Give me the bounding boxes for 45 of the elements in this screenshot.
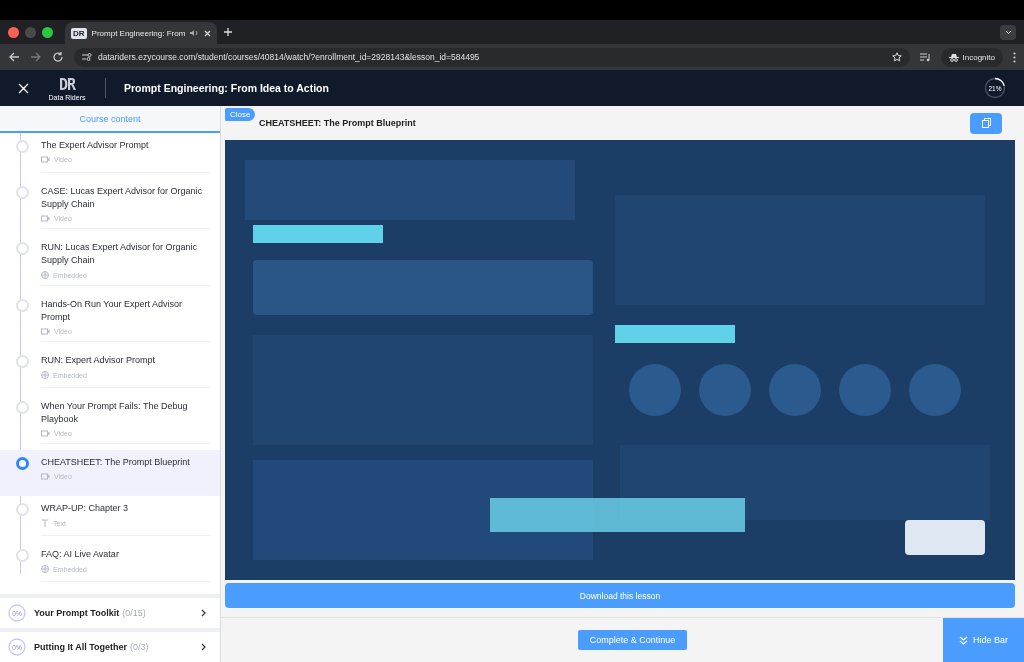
globe-icon: [41, 565, 49, 573]
lesson-status-dot: [16, 401, 29, 414]
sidebar-heading: Course content: [0, 106, 220, 133]
video-icon: [41, 156, 50, 163]
lesson-status-dot: [16, 457, 29, 470]
lesson-status-dot: [16, 140, 29, 153]
forward-icon[interactable]: [30, 51, 42, 63]
site-settings-icon[interactable]: [82, 52, 92, 62]
video-icon: [41, 430, 50, 437]
tab-search-button[interactable]: [1000, 25, 1016, 40]
reload-icon[interactable]: [52, 51, 64, 63]
close-icon[interactable]: [204, 29, 212, 37]
new-tab-icon[interactable]: [223, 27, 234, 37]
lesson-status-dot: [16, 299, 29, 312]
back-icon[interactable]: [8, 51, 20, 63]
maximize-window-button[interactable]: [42, 26, 53, 38]
text-icon: [41, 519, 49, 527]
video-icon: [41, 215, 50, 222]
globe-icon: [41, 371, 49, 379]
menu-icon[interactable]: [1013, 51, 1016, 63]
star-icon[interactable]: [891, 52, 902, 62]
lesson-status-dot: [16, 186, 29, 199]
lesson-title: CHEATSHEET: The Prompt Blueprint: [258, 118, 417, 128]
lesson-status-dot: [16, 549, 29, 562]
browser-tab[interactable]: DR Prompt Engineering: From: [65, 22, 218, 44]
chevron-icon: [201, 609, 206, 617]
chevron-down-icon: [1004, 30, 1012, 35]
globe-icon: [41, 271, 49, 279]
lesson-status-dot: [16, 242, 29, 255]
incognito-icon: [948, 52, 959, 62]
video-icon: [41, 328, 50, 335]
address-bar[interactable]: datariders.ezycourse.com/student/courses/40814/watch/?enrollment_id=2928143&lesson_id=584495: [74, 47, 910, 67]
logo: DR: [58, 75, 76, 94]
lesson-status-dot: [16, 503, 29, 516]
course-title: Prompt Engineering: From Idea to Action: [124, 82, 330, 94]
lesson-status-dot: [16, 355, 29, 368]
double-chevron-icon: [959, 635, 968, 645]
close-window-button[interactable]: [8, 26, 19, 38]
copy-icon: [981, 118, 991, 128]
chevron-icon: [201, 643, 206, 651]
video-icon: [41, 473, 50, 480]
copy-button[interactable]: [970, 112, 1002, 134]
speaker-icon: [190, 29, 200, 37]
incognito-indicator[interactable]: Incognito: [940, 47, 1003, 67]
media-control-icon[interactable]: [919, 52, 931, 62]
